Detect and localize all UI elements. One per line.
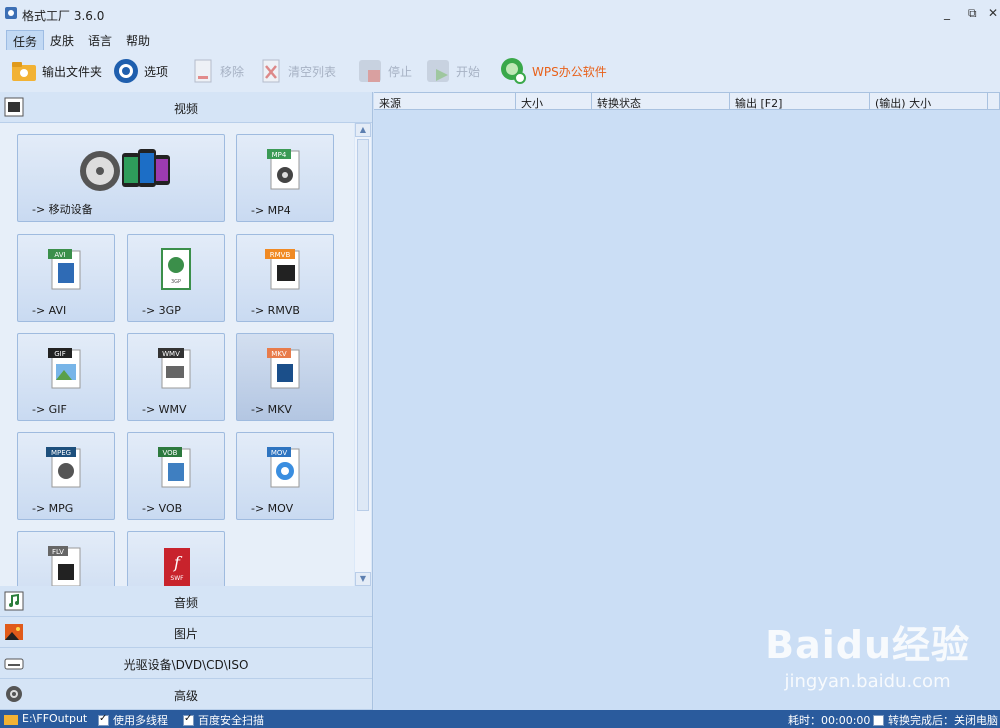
remove-button[interactable]: 移除 — [192, 58, 244, 84]
menu-skin[interactable]: 皮肤 — [44, 30, 80, 51]
tile-3gp[interactable]: 3GP -> 3GP — [127, 234, 225, 322]
toolbar: 输出文件夹 选项 移除 清空列表 停止 开始 WPS办公软件 — [0, 50, 1000, 92]
clear-list-button[interactable]: 清空列表 — [260, 58, 336, 84]
watermark-main: Baidu经验 — [765, 623, 970, 667]
svg-text:MPEG: MPEG — [51, 449, 71, 457]
mov-file-icon: MOV — [267, 447, 300, 488]
remove-icon — [194, 59, 212, 83]
advanced-category-header[interactable]: 高级 — [0, 679, 372, 710]
mobile-device-icon — [80, 149, 170, 191]
stop-button[interactable]: 停止 — [356, 58, 412, 84]
scroll-up-button[interactable]: ▲ — [355, 123, 371, 137]
after-done-option[interactable]: 转换完成后：关闭电脑 — [873, 712, 998, 728]
menu-help[interactable]: 帮助 — [120, 30, 156, 51]
column-output-size[interactable]: (输出) 大小 — [870, 92, 988, 110]
window-title: 格式工厂 3.6.0 — [22, 9, 105, 23]
tile-mpg[interactable]: MPEG -> MPG — [17, 432, 115, 520]
column-output[interactable]: 输出 [F2] — [730, 92, 870, 110]
rmvb-file-icon: RMVB — [265, 249, 300, 290]
minimize-button[interactable]: _ — [944, 6, 950, 20]
tile-avi[interactable]: AVI -> AVI — [17, 234, 115, 322]
watermark-sub: jingyan.baidu.com — [784, 671, 951, 692]
output-folder-button[interactable]: 输出文件夹 — [10, 58, 102, 84]
svg-text:AVI: AVI — [54, 251, 65, 259]
3gp-file-icon: 3GP — [161, 248, 191, 290]
grid-scrollbar[interactable]: ▲ ▼ — [355, 123, 371, 586]
options-button[interactable]: 选项 — [112, 58, 168, 84]
column-status[interactable]: 转换状态 — [592, 92, 730, 110]
tile-mkv[interactable]: MKV -> MKV — [236, 333, 334, 421]
multithread-option[interactable]: 使用多线程 — [98, 712, 168, 728]
wmv-file-icon: WMV — [158, 348, 191, 389]
scroll-thumb[interactable] — [357, 139, 369, 511]
status-bar: E:\FFOutput 使用多线程 百度安全扫描 耗时：00:00:00 转换完… — [0, 710, 1000, 728]
wps-office-button[interactable]: WPS办公软件 — [498, 58, 607, 84]
vob-file-icon: VOB — [158, 447, 191, 488]
svg-text:MKV: MKV — [271, 350, 287, 358]
svg-text:FLV: FLV — [52, 548, 64, 556]
tile-flv[interactable]: FLV — [17, 531, 115, 586]
avi-file-icon: AVI — [48, 249, 81, 290]
output-path[interactable]: E:\FFOutput — [4, 712, 87, 725]
audio-category-header[interactable]: 音频 — [0, 586, 372, 617]
tile-rmvb[interactable]: RMVB -> RMVB — [236, 234, 334, 322]
svg-text:RMVB: RMVB — [270, 251, 291, 259]
swf-file-icon: fSWF — [164, 548, 190, 586]
stop-icon — [359, 60, 381, 82]
close-button[interactable]: ✕ — [988, 6, 998, 20]
column-source[interactable]: 来源 — [374, 92, 516, 110]
svg-text:MOV: MOV — [271, 449, 287, 457]
tile-swf[interactable]: f SWF — [127, 531, 225, 586]
title-bar: 格式工厂 3.6.0 _ ⧉ ✕ — [0, 0, 1000, 28]
folder-icon — [12, 62, 36, 81]
mp4-file-icon: MP4 — [267, 149, 300, 190]
after-done-checkbox[interactable] — [873, 714, 884, 726]
picture-category-header[interactable]: 图片 — [0, 617, 372, 648]
svg-text:GIF: GIF — [54, 350, 66, 358]
safe-scan-option[interactable]: 百度安全扫描 — [183, 712, 264, 728]
video-format-grid: -> 移动设备 MP4 -> MP4 AVI -> AVI 3GP -> 3GP… — [0, 123, 354, 586]
menu-language[interactable]: 语言 — [82, 30, 118, 51]
column-size[interactable]: 大小 — [516, 92, 592, 110]
svg-text:WMV: WMV — [162, 350, 180, 358]
start-icon — [427, 60, 449, 82]
svg-text:VOB: VOB — [163, 449, 178, 457]
flv-file-icon: FLV — [48, 546, 81, 586]
column-extra — [988, 92, 1000, 110]
rom-category-header[interactable]: 光驱设备\DVD\CD\ISO — [0, 648, 372, 679]
mpg-file-icon: MPEG — [46, 447, 81, 488]
video-category-header[interactable]: 视频 — [0, 92, 372, 123]
start-button[interactable]: 开始 — [424, 58, 480, 84]
options-gear-icon — [114, 59, 138, 83]
svg-text:SWF: SWF — [170, 575, 184, 582]
safe-scan-checkbox[interactable] — [183, 713, 194, 726]
tile-mobile-device[interactable]: -> 移动设备 — [17, 134, 225, 222]
mkv-file-icon: MKV — [267, 348, 300, 389]
task-list[interactable]: 来源 大小 转换状态 输出 [F2] (输出) 大小 Baidu经验 jingy… — [374, 92, 1000, 710]
wps-globe-icon — [501, 58, 526, 84]
tile-mov[interactable]: MOV -> MOV — [236, 432, 334, 520]
menu-bar: 任务 皮肤 语言 帮助 — [0, 28, 1000, 53]
svg-text:3GP: 3GP — [171, 279, 181, 285]
elapsed-time: 耗时：00:00:00 — [788, 714, 871, 727]
clear-list-icon — [262, 59, 280, 83]
tile-wmv[interactable]: WMV -> WMV — [127, 333, 225, 421]
baidu-watermark: Baidu经验 jingyan.baidu.com — [765, 614, 970, 692]
gif-file-icon: GIF — [48, 348, 81, 389]
tile-vob[interactable]: VOB -> VOB — [127, 432, 225, 520]
app-icon — [5, 7, 17, 19]
category-panel: 视频 -> 移动设备 MP4 -> MP4 AVI -> AVI 3GP -> … — [0, 92, 373, 710]
restore-button[interactable]: ⧉ — [968, 6, 977, 21]
folder-small-icon — [4, 714, 18, 725]
multithread-checkbox[interactable] — [98, 713, 109, 726]
scroll-down-button[interactable]: ▼ — [355, 572, 371, 586]
svg-text:MP4: MP4 — [272, 151, 287, 159]
tile-mp4[interactable]: MP4 -> MP4 — [236, 134, 334, 222]
tile-gif[interactable]: GIF -> GIF — [17, 333, 115, 421]
